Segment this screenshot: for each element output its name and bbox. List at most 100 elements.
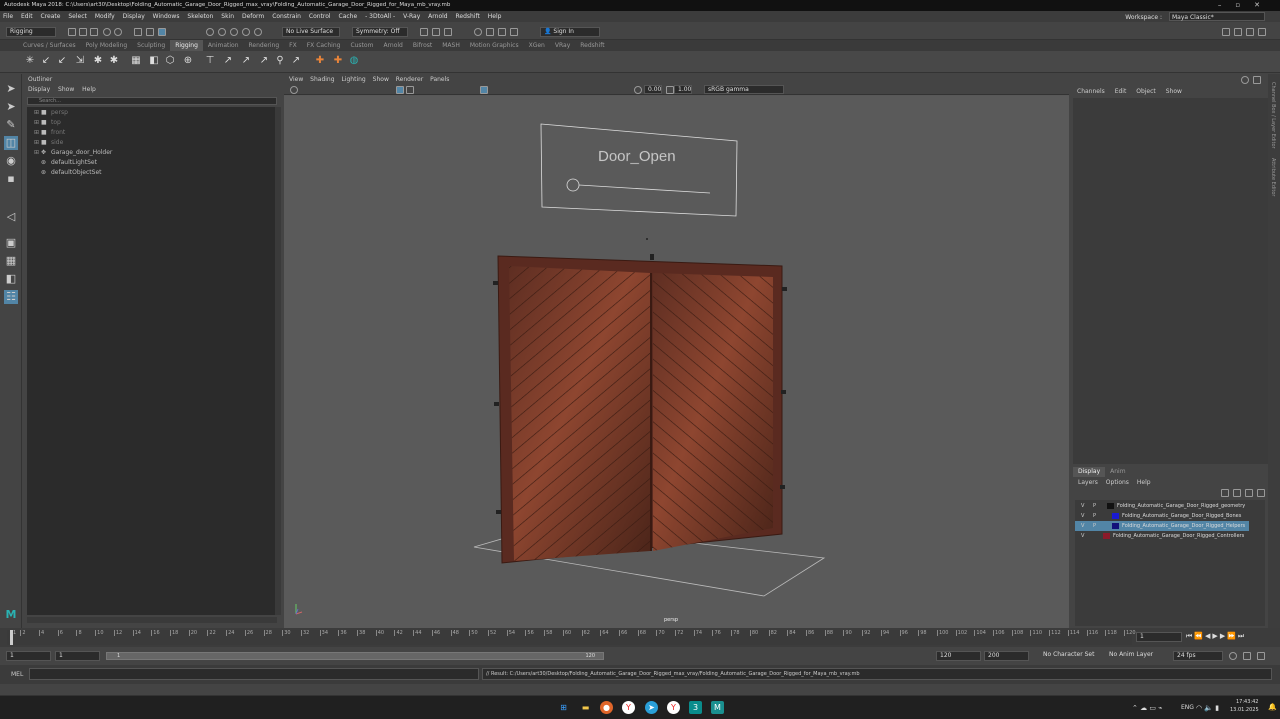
menu-skin[interactable]: Skin xyxy=(221,11,234,22)
shelf-tab-mash[interactable]: MASH xyxy=(437,40,465,51)
menu-modify[interactable]: Modify xyxy=(95,11,115,22)
colorspace-dropdown[interactable]: sRGB gamma xyxy=(704,85,784,94)
layer-row-bones[interactable]: V P Folding_Automatic_Garage_Door_Rigged… xyxy=(1075,511,1265,521)
menu-cache[interactable]: Cache xyxy=(339,11,358,22)
toggle-modeling-toolkit-icon[interactable] xyxy=(1222,28,1230,36)
outliner-persp-icon[interactable]: ☷ xyxy=(4,290,18,304)
start-menu-icon[interactable]: ⊞ xyxy=(557,701,570,714)
outliner-menu-display[interactable]: Display xyxy=(28,86,50,93)
snap-point-icon[interactable] xyxy=(230,28,238,36)
language-indicator[interactable]: ENG xyxy=(1181,704,1194,711)
go-to-end-icon[interactable]: ⏭ xyxy=(1238,632,1246,640)
ipr-render-icon[interactable] xyxy=(432,28,440,36)
ik-handle-icon[interactable]: ↙ xyxy=(40,55,52,67)
door-open-slider-handle[interactable] xyxy=(566,178,580,192)
expand-icon[interactable]: ⊞ xyxy=(34,138,39,147)
insert-joint-icon[interactable]: ⇲ xyxy=(74,55,86,67)
side-tab-channel-box[interactable]: Channel Box / Layer Editor xyxy=(1270,82,1276,149)
pole-vector-icon[interactable]: ↗ xyxy=(290,55,302,67)
shelf-tab-xgen[interactable]: XGen xyxy=(524,40,550,51)
play-icon[interactable]: ▶ xyxy=(1212,632,1219,640)
parent-constraint-icon[interactable]: ⊤ xyxy=(204,55,216,67)
current-time-indicator[interactable] xyxy=(10,630,13,645)
ik-fk-icon[interactable]: ✚ xyxy=(332,55,344,67)
layer-menu-layers[interactable]: Layers xyxy=(1078,479,1098,486)
start-time-field[interactable]: 1 xyxy=(6,651,51,661)
channel-box-menu-edit[interactable]: Edit xyxy=(1115,88,1127,95)
bind-skin-icon[interactable]: ▦ xyxy=(130,55,142,67)
maya-taskbar-icon[interactable]: M xyxy=(711,701,724,714)
system-tray-icons[interactable]: ⌃ ☁ ▭ ⌁ xyxy=(1132,704,1162,712)
window-controls[interactable]: –▫✕ xyxy=(1218,0,1274,11)
yandex-browser-icon[interactable]: Y xyxy=(622,701,635,714)
camera-attributes-icon[interactable] xyxy=(290,86,298,94)
open-scene-icon[interactable] xyxy=(79,28,87,36)
time-slider-track[interactable]: 1 2 4 6 8 10 12 14 16 18 20 22 24 26 28 30 32 34 36 38 40 42 4… xyxy=(7,630,1136,645)
viewport-menu-renderer[interactable]: Renderer xyxy=(396,76,423,83)
outliner-menu-show[interactable]: Show xyxy=(58,86,74,93)
outliner-horizontal-scrollbar[interactable] xyxy=(27,617,277,623)
mel-command-input[interactable] xyxy=(29,668,479,680)
viewport-canvas[interactable]: Door_Open persp xyxy=(284,96,1069,628)
toggle-attribute-editor-icon[interactable] xyxy=(1234,28,1242,36)
humanik-icon[interactable]: ✱ xyxy=(108,55,120,67)
shelf-tab-rigging[interactable]: Rigging xyxy=(170,40,203,51)
toggle-channel-box-icon[interactable] xyxy=(1258,28,1266,36)
playback-toggle[interactable]: P xyxy=(1093,511,1096,521)
live-surface-field[interactable]: No Live Surface xyxy=(282,27,340,37)
lasso-tool-icon[interactable]: ➤ xyxy=(4,100,18,114)
firefox-icon[interactable]: ● xyxy=(600,701,613,714)
tab-display[interactable]: Display xyxy=(1073,467,1106,477)
channel-box-float-icon[interactable] xyxy=(1253,76,1261,84)
viewport-menu-show[interactable]: Show xyxy=(373,76,389,83)
menu-help[interactable]: Help xyxy=(488,11,502,22)
scale-constraint-icon[interactable]: ↗ xyxy=(258,55,270,67)
channel-box-menu-object[interactable]: Object xyxy=(1136,88,1156,95)
visibility-toggle[interactable]: V xyxy=(1081,521,1084,531)
save-scene-icon[interactable] xyxy=(90,28,98,36)
last-tool-icon[interactable]: ◁ xyxy=(4,210,18,224)
shelf-tab-curves[interactable]: Curves / Surfaces xyxy=(18,40,81,51)
clock-time[interactable]: 17:43:42 xyxy=(1236,699,1258,705)
network-volume-battery-icons[interactable]: ◠ 🔈 ▮ xyxy=(1196,704,1219,712)
visibility-toggle[interactable]: V xyxy=(1081,501,1084,511)
quick-rig-icon[interactable]: ✱ xyxy=(92,55,104,67)
menu-select[interactable]: Select xyxy=(68,11,87,22)
outliner-item-default-light-set[interactable]: ⊛ defaultLightSet xyxy=(27,158,277,167)
redo-icon[interactable] xyxy=(114,28,122,36)
shelf-tab-sculpting[interactable]: Sculpting xyxy=(132,40,170,51)
shelf-tab-rendering[interactable]: Rendering xyxy=(244,40,285,51)
new-layer-selected-icon[interactable] xyxy=(1257,489,1265,497)
symmetry-dropdown[interactable]: Symmetry: Off xyxy=(352,27,408,37)
outliner-item-default-object-set[interactable]: ⊛ defaultObjectSet xyxy=(27,168,277,177)
toggle-tool-settings-icon[interactable] xyxy=(1246,28,1254,36)
viewport-menu-view[interactable]: View xyxy=(289,76,303,83)
layer-color-swatch[interactable] xyxy=(1112,513,1119,519)
expand-icon[interactable]: ⊞ xyxy=(34,118,39,127)
range-slider[interactable]: 1 120 xyxy=(106,652,604,660)
expand-icon[interactable]: ⊞ xyxy=(34,108,39,117)
viewport-menu-lighting[interactable]: Lighting xyxy=(341,76,365,83)
playback-toggle[interactable]: P xyxy=(1093,521,1096,531)
outliner-vertical-scrollbar[interactable] xyxy=(275,107,281,615)
lattice-icon[interactable]: ⬡ xyxy=(164,55,176,67)
menu-redshift[interactable]: Redshift xyxy=(456,11,480,22)
shelf-tab-fx[interactable]: FX xyxy=(284,40,302,51)
locator-tool-icon[interactable]: ✚ xyxy=(314,55,326,67)
move-tool-icon[interactable]: ◫ xyxy=(4,136,18,150)
two-pane-icon[interactable]: ◧ xyxy=(4,272,18,286)
point-constraint-icon[interactable]: ↗ xyxy=(222,55,234,67)
notifications-icon[interactable]: 🔔 xyxy=(1268,703,1277,711)
shelf-tab-vray[interactable]: VRay xyxy=(550,40,575,51)
expand-icon[interactable]: ⊞ xyxy=(34,148,39,157)
new-empty-layer-icon[interactable] xyxy=(1245,489,1253,497)
joint-tool-icon[interactable]: ✳ xyxy=(24,55,36,67)
channel-box-menu-channels[interactable]: Channels xyxy=(1077,88,1105,95)
end-time-field[interactable]: 200 xyxy=(984,651,1029,661)
shelf-tab-motion-graphics[interactable]: Motion Graphics xyxy=(465,40,524,51)
character-set-dropdown[interactable]: No Character Set xyxy=(1040,651,1102,661)
single-pane-icon[interactable]: ▣ xyxy=(4,236,18,250)
clock-date[interactable]: 13.01.2025 xyxy=(1230,707,1259,713)
outliner-menu-help[interactable]: Help xyxy=(82,86,96,93)
select-object-icon[interactable] xyxy=(146,28,154,36)
